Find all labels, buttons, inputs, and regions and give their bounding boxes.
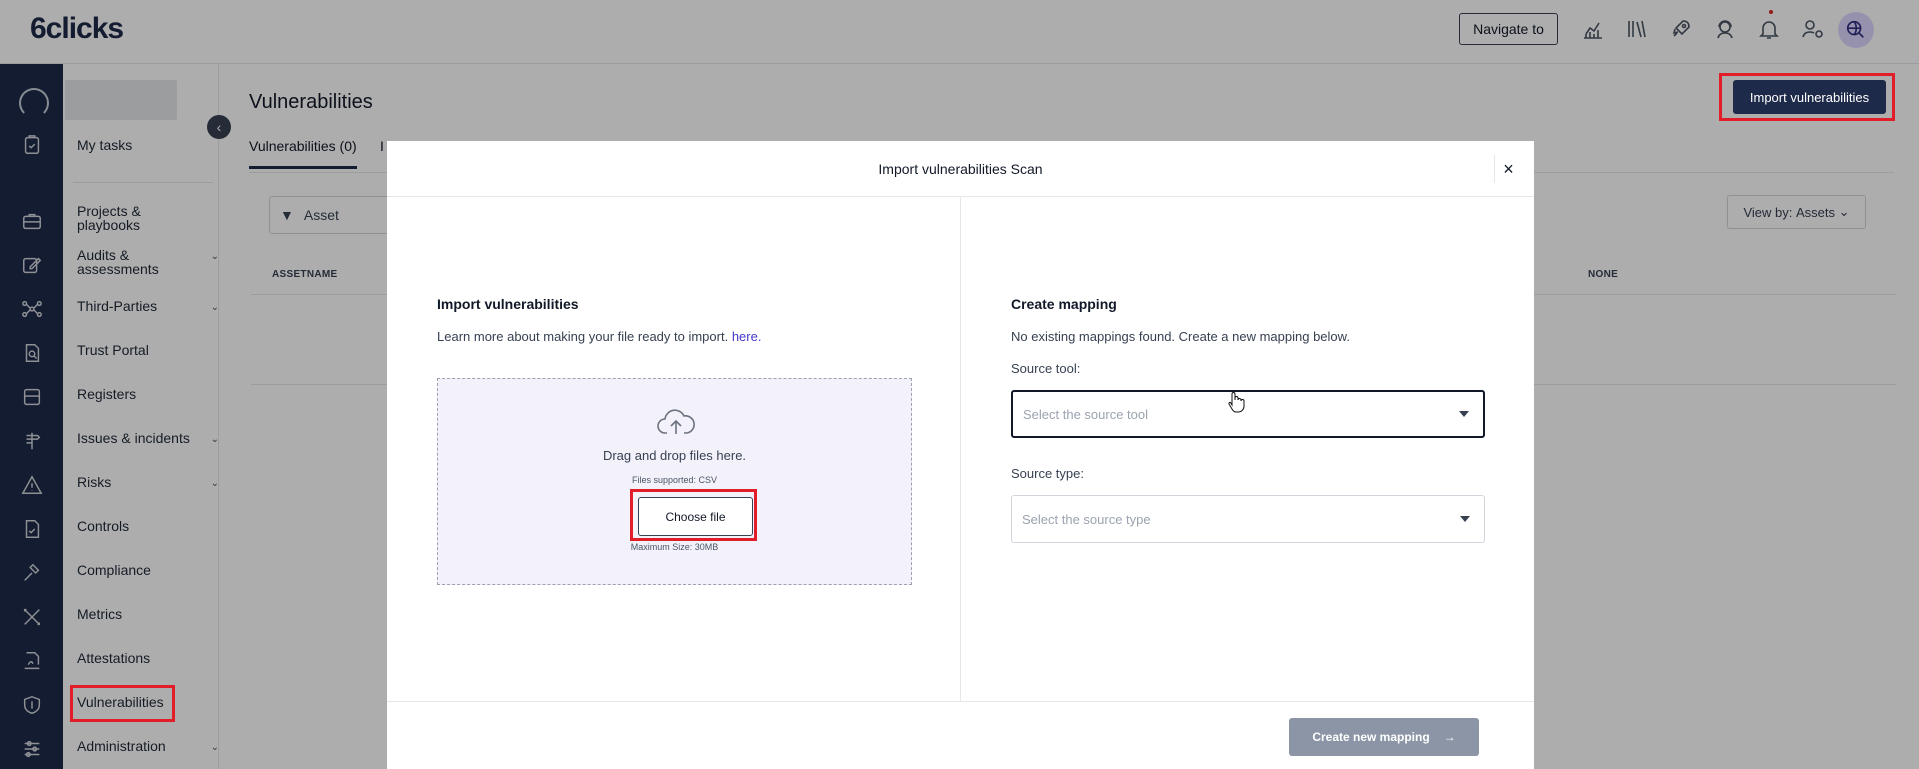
highlight-import-button [1719, 73, 1895, 121]
source-type-placeholder: Select the source type [1022, 511, 1151, 527]
mapping-info-text: No existing mappings found. Create a new… [1011, 329, 1350, 344]
create-new-mapping-button[interactable]: Create new mapping → [1289, 718, 1479, 756]
dropdown-caret-icon [1459, 411, 1469, 417]
import-heading: Import vulnerabilities [437, 296, 579, 312]
source-type-select[interactable]: Select the source type [1011, 495, 1485, 543]
modal-title: Import vulnerabilities Scan [387, 141, 1534, 197]
import-modal: Import vulnerabilities Scan × Import vul… [387, 141, 1534, 769]
source-tool-placeholder: Select the source tool [1023, 406, 1149, 422]
import-help-text: Learn more about making your file ready … [437, 329, 761, 344]
modal-footer-divider [387, 701, 1534, 702]
file-dropzone[interactable]: Drag and drop files here. Files supporte… [437, 378, 912, 585]
modal-column-divider [960, 197, 961, 701]
create-button-label: Create new mapping [1312, 730, 1430, 744]
hand-cursor-icon [1228, 392, 1245, 413]
source-type-label: Source type: [1011, 466, 1084, 481]
mapping-heading: Create mapping [1011, 296, 1117, 312]
max-size-text: Maximum Size: 30MB [630, 542, 719, 552]
highlight-vulnerabilities-nav [70, 685, 175, 722]
highlight-choose-file [630, 489, 757, 541]
close-button[interactable]: × [1494, 155, 1522, 183]
source-tool-select[interactable]: Select the source tool [1011, 390, 1485, 438]
drag-drop-text: Drag and drop files here. [602, 448, 747, 463]
dropdown-caret-icon [1460, 516, 1470, 522]
help-text: Learn more about making your file ready … [437, 329, 729, 344]
files-supported-text: Files supported: CSV [631, 475, 718, 485]
help-link[interactable]: here. [732, 329, 762, 344]
cloud-upload-icon [657, 407, 695, 437]
arrow-right-icon: → [1443, 730, 1456, 744]
source-tool-label: Source tool: [1011, 361, 1081, 376]
